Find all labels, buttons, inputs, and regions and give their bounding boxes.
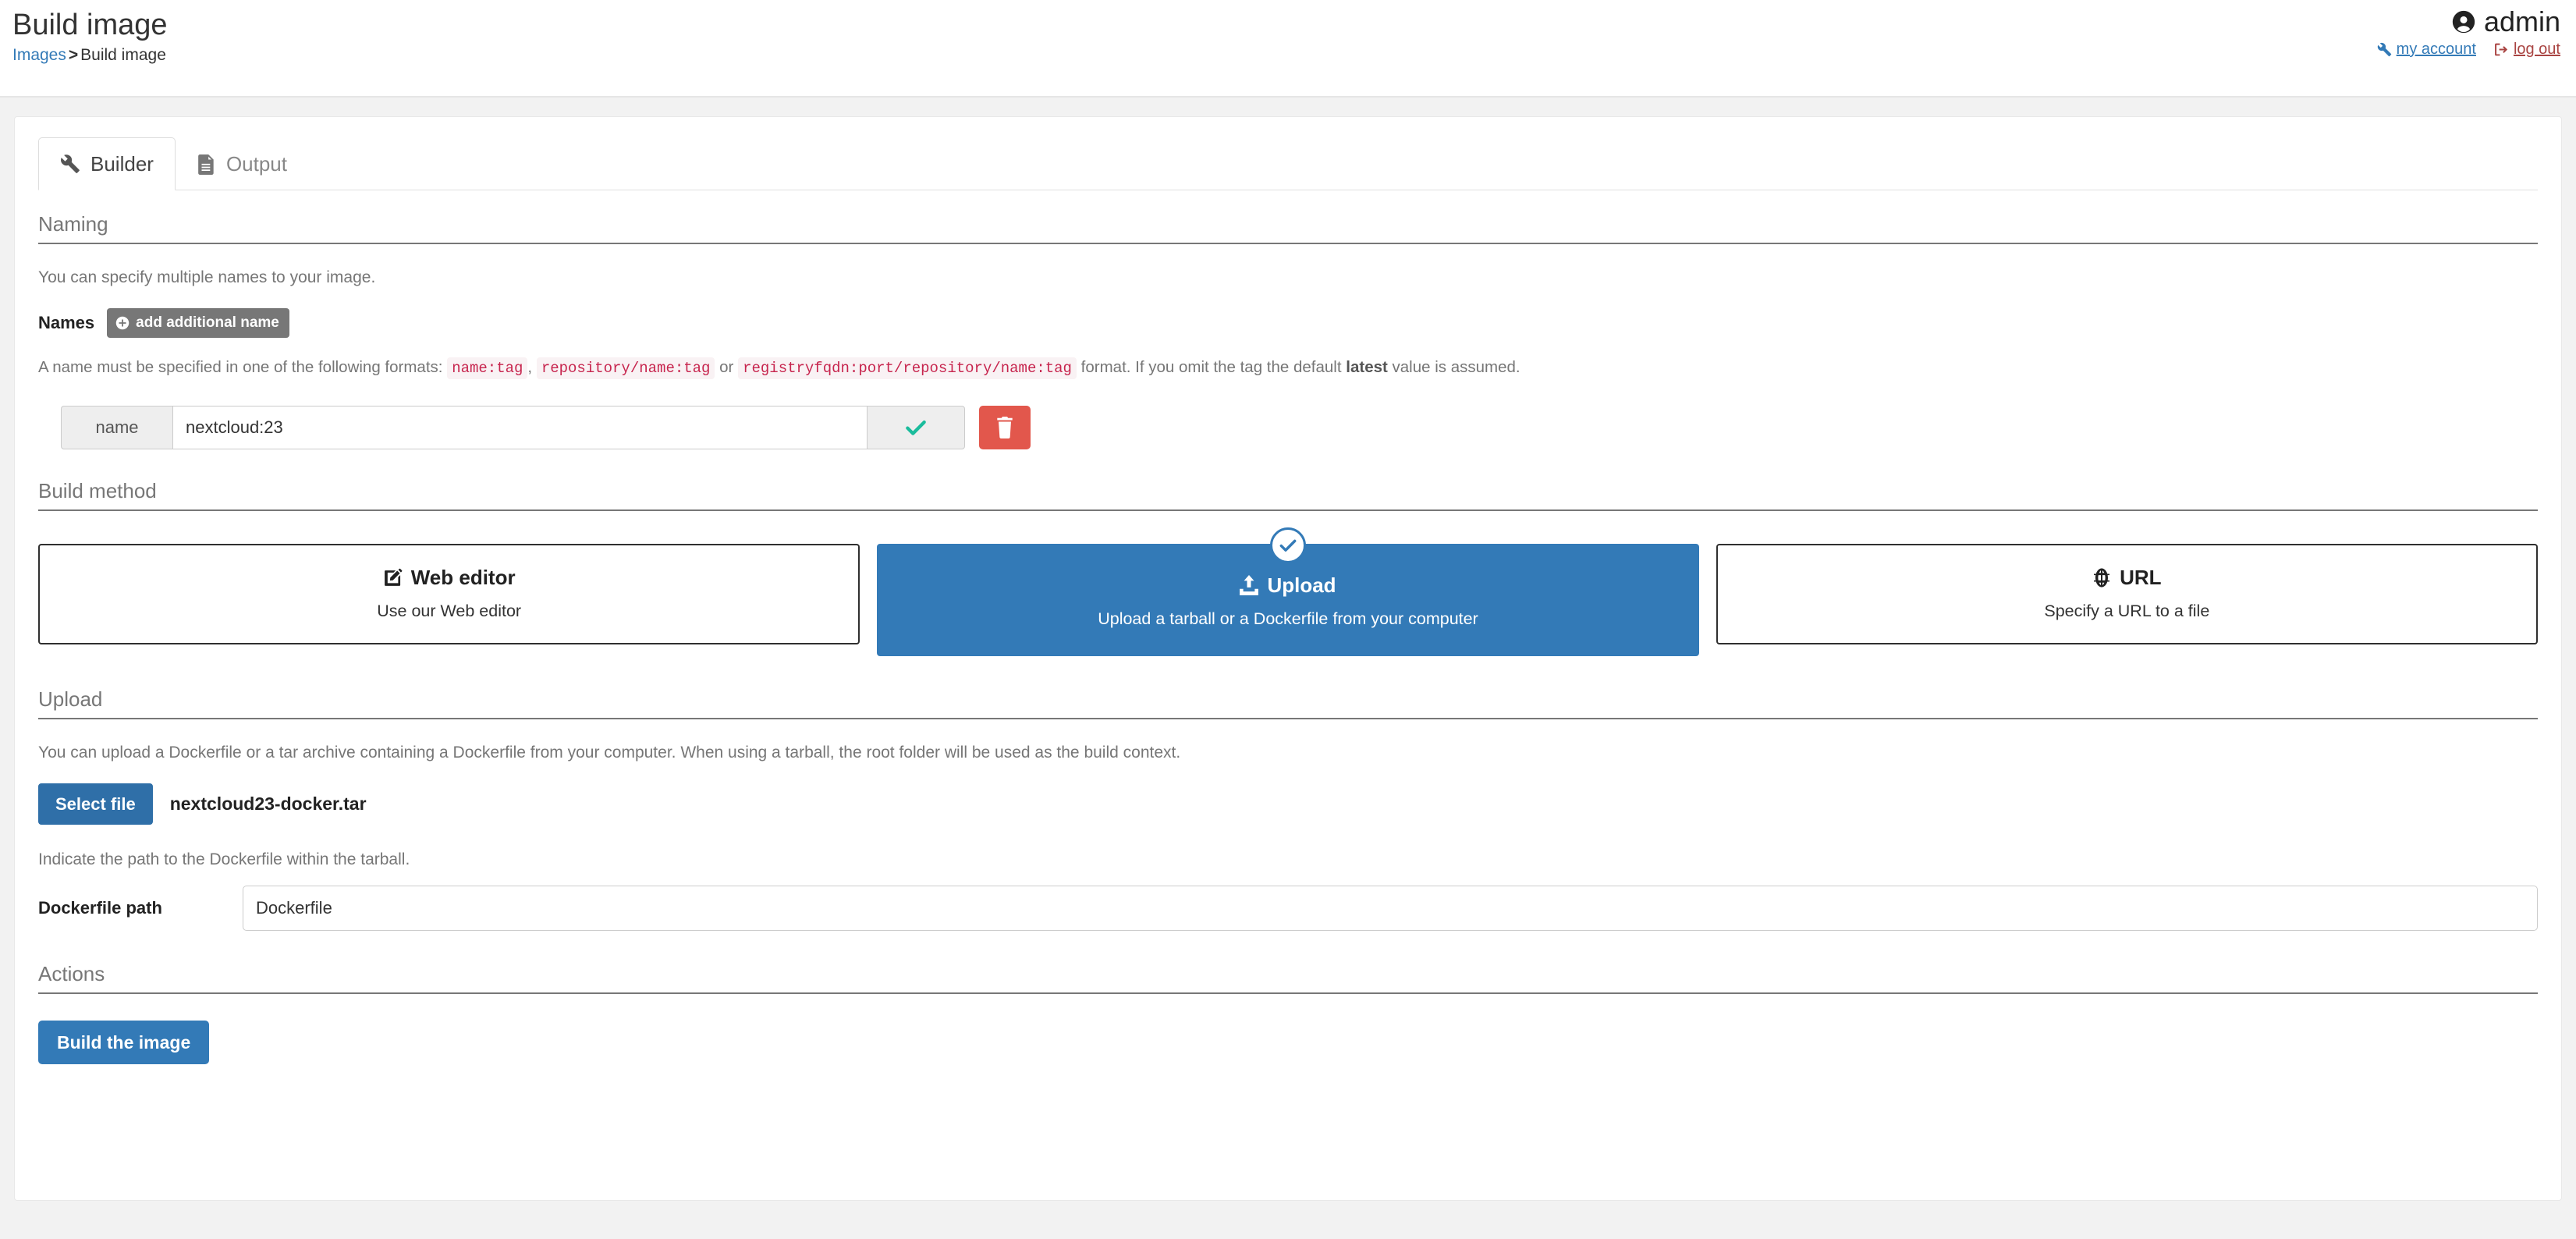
- breadcrumb-current: Build image: [80, 46, 166, 64]
- select-file-button[interactable]: Select file: [38, 783, 153, 825]
- file-text-icon: [197, 154, 216, 175]
- dockerfile-path-input[interactable]: [243, 886, 2538, 931]
- breadcrumb-separator: >: [69, 46, 78, 64]
- name-valid-indicator[interactable]: [867, 406, 965, 449]
- selected-file-name: nextcloud23-docker.tar: [170, 793, 367, 815]
- sign-out-icon: [2493, 42, 2509, 57]
- username-label: admin: [2484, 6, 2560, 37]
- build-method-web-editor[interactable]: Web editor Use our Web editor: [38, 544, 860, 644]
- name-input-group: name: [61, 406, 965, 449]
- page-header: Build image Images>Build image admin my …: [0, 0, 2576, 98]
- page-body: Builder Output Naming You can specify mu…: [0, 98, 2576, 1239]
- upload-title: Upload: [1267, 573, 1336, 597]
- format-outro-1: format. If you omit the tag the default: [1081, 358, 1342, 376]
- remove-name-button[interactable]: [979, 406, 1031, 449]
- upload-subtitle: Upload a tarball or a Dockerfile from yo…: [886, 609, 1689, 629]
- web-editor-title-row: Web editor: [48, 566, 850, 589]
- wrench-icon: [60, 154, 80, 174]
- dockerfile-path-row: Dockerfile path: [38, 886, 2538, 931]
- web-editor-title: Web editor: [411, 566, 516, 589]
- upload-title-row: Upload: [886, 573, 1689, 597]
- naming-section-heading: Naming: [38, 212, 2538, 244]
- breadcrumb: Images>Build image: [12, 45, 168, 66]
- name-format-help: A name must be specified in one of the f…: [38, 357, 2538, 379]
- check-icon: [1278, 535, 1298, 556]
- check-icon: [903, 415, 928, 440]
- format-default-tag: latest: [1346, 358, 1388, 376]
- format-comma: ,: [527, 358, 532, 376]
- breadcrumb-link-images[interactable]: Images: [12, 46, 66, 64]
- plus-circle-icon: [115, 316, 130, 330]
- web-editor-subtitle: Use our Web editor: [48, 601, 850, 621]
- format-or: or: [719, 358, 733, 376]
- selected-check-badge: [1270, 527, 1306, 563]
- edit-square-icon: [383, 568, 403, 588]
- log-out-link[interactable]: log out: [2493, 41, 2560, 59]
- format-outro-2: value is assumed.: [1393, 358, 1520, 376]
- build-method-upload[interactable]: Upload Upload a tarball or a Dockerfile …: [877, 544, 1698, 656]
- user-info: admin: [2377, 6, 2560, 37]
- page-title: Build image: [12, 8, 168, 42]
- format-example-3: registryfqdn:port/repository/name:tag: [738, 357, 1077, 379]
- log-out-label: log out: [2514, 41, 2560, 59]
- names-row: Names add additional name: [38, 308, 2538, 338]
- url-title-row: URL: [1726, 566, 2528, 589]
- add-additional-name-label: add additional name: [136, 314, 279, 332]
- user-avatar-icon: [2450, 9, 2477, 35]
- build-method-options: Web editor Use our Web editor: [38, 534, 2538, 656]
- my-account-link[interactable]: my account: [2377, 41, 2476, 59]
- builder-panel: Builder Output Naming You can specify mu…: [14, 116, 2562, 1201]
- upload-description: You can upload a Dockerfile or a tar arc…: [38, 743, 2538, 763]
- wrench-icon: [2377, 42, 2392, 57]
- header-right: admin my account log out: [2377, 6, 2560, 59]
- file-select-row: Select file nextcloud23-docker.tar: [38, 783, 2538, 825]
- header-links: my account log out: [2377, 41, 2560, 59]
- tab-output[interactable]: Output: [176, 137, 309, 190]
- globe-icon: [2092, 568, 2111, 588]
- naming-description: You can specify multiple names to your i…: [38, 268, 2538, 288]
- format-intro: A name must be specified in one of the f…: [38, 358, 442, 376]
- tab-output-label: Output: [226, 152, 287, 176]
- actions-row: Build the image: [38, 1017, 2538, 1064]
- upload-icon: [1240, 575, 1258, 595]
- tab-builder[interactable]: Builder: [38, 137, 176, 190]
- format-example-2: repository/name:tag: [537, 357, 715, 379]
- add-additional-name-button[interactable]: add additional name: [107, 308, 289, 338]
- build-method-url[interactable]: URL Specify a URL to a file: [1716, 544, 2538, 644]
- actions-section-heading: Actions: [38, 962, 2538, 994]
- upload-section-heading: Upload: [38, 687, 2538, 719]
- url-subtitle: Specify a URL to a file: [1726, 601, 2528, 621]
- my-account-label: my account: [2397, 41, 2476, 59]
- dockerfile-path-help: Indicate the path to the Dockerfile with…: [38, 850, 2538, 870]
- build-method-section-heading: Build method: [38, 479, 2538, 511]
- trash-icon: [995, 417, 1015, 438]
- dockerfile-path-label: Dockerfile path: [38, 898, 243, 918]
- header-left: Build image Images>Build image: [12, 8, 168, 66]
- build-the-image-button[interactable]: Build the image: [38, 1021, 209, 1064]
- name-input[interactable]: [172, 406, 867, 449]
- url-title: URL: [2120, 566, 2161, 589]
- format-example-1: name:tag: [447, 357, 527, 379]
- name-input-addon: name: [61, 406, 172, 449]
- name-entry-row: name: [61, 406, 2538, 449]
- tab-builder-label: Builder: [90, 152, 154, 176]
- names-label: Names: [38, 313, 94, 333]
- tab-bar: Builder Output: [38, 137, 2538, 190]
